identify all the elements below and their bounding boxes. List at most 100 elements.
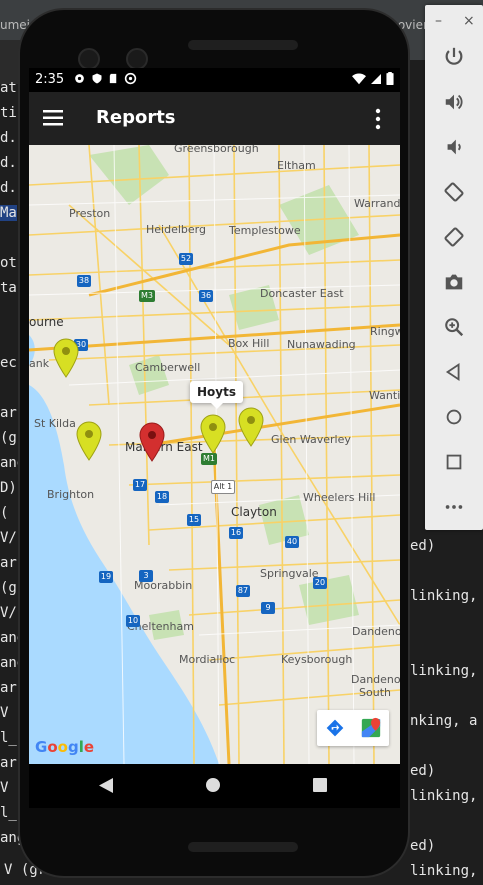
nav-back-icon[interactable] xyxy=(99,778,113,793)
console-line: V xyxy=(0,705,9,721)
map-label: Eltham xyxy=(277,159,316,172)
overview-icon[interactable] xyxy=(439,447,469,477)
phone-screen: 2:35 Reports Greensborough Eltham Warran… xyxy=(29,68,400,808)
status-time: 2:35 xyxy=(35,72,65,87)
emulator-control-panel: – × xyxy=(425,5,483,530)
volume-down-icon[interactable] xyxy=(439,132,469,162)
route-shield: 18 xyxy=(155,491,169,503)
console-line: d. xyxy=(0,180,17,196)
map-label: Doncaster East xyxy=(260,287,344,300)
zoom-icon[interactable] xyxy=(439,312,469,342)
console-line: Ma xyxy=(0,205,17,221)
map-label: Preston xyxy=(69,207,111,220)
route-shield: 52 xyxy=(179,253,193,265)
console-line: ec xyxy=(0,355,17,371)
signal-icon xyxy=(371,73,381,84)
map-toolbar xyxy=(317,710,389,746)
console-line: ar xyxy=(0,680,17,696)
volume-up-icon[interactable] xyxy=(439,87,469,117)
route-shield: 20 xyxy=(313,577,327,589)
google-map[interactable]: Greensborough Eltham Warrandy Preston He… xyxy=(29,145,400,764)
console-line: ar xyxy=(0,755,17,771)
back-icon[interactable] xyxy=(439,357,469,387)
console-line: V/ xyxy=(0,530,17,546)
route-shield: 36 xyxy=(199,290,213,302)
open-in-google-maps-icon[interactable] xyxy=(353,710,389,746)
settings-icon xyxy=(75,74,84,83)
cinema-marker-yellow-selected[interactable] xyxy=(200,414,226,454)
ide-stripe xyxy=(0,40,20,84)
battery-icon xyxy=(386,72,394,85)
console-line: linking, a xyxy=(410,788,483,804)
route-shield: 38 xyxy=(77,275,91,287)
map-label: Clayton xyxy=(231,505,277,519)
front-camera-right xyxy=(126,48,148,70)
minimize-button[interactable]: – xyxy=(435,13,442,29)
map-label: Ringw xyxy=(370,325,400,338)
map-label: St Kilda xyxy=(34,417,76,430)
console-line: (g xyxy=(0,430,17,446)
rotate-left-icon[interactable] xyxy=(439,177,469,207)
status-bar: 2:35 xyxy=(29,68,400,92)
map-label: Camberwell xyxy=(135,361,201,374)
cinema-marker-red[interactable] xyxy=(139,422,165,462)
console-line: ar xyxy=(0,555,17,571)
route-shield: 9 xyxy=(261,602,275,614)
console-line: at xyxy=(0,80,17,96)
map-label: Box Hill xyxy=(228,337,270,350)
route-shield: 10 xyxy=(126,615,140,627)
console-line: ed) xyxy=(410,538,436,554)
route-shield: 19 xyxy=(99,571,113,583)
map-label: Dandenong South xyxy=(351,673,400,699)
nav-home-icon[interactable] xyxy=(206,778,220,792)
ide-console-right: ed) linking, linking, nking, a ed) linking, a… xyxy=(410,500,483,885)
status-system-icons xyxy=(352,72,394,85)
info-window-title: Hoyts xyxy=(197,385,236,399)
cinema-marker-yellow[interactable] xyxy=(53,338,79,378)
overflow-menu-icon[interactable] xyxy=(368,108,388,130)
map-label: Keysborough xyxy=(281,653,353,666)
console-line: ed) xyxy=(410,763,436,779)
map-label: Mordialloc xyxy=(179,653,236,666)
console-line: ar xyxy=(0,405,17,421)
rotate-right-icon[interactable] xyxy=(439,222,469,252)
map-label: Templestowe xyxy=(229,224,301,237)
directions-icon[interactable] xyxy=(317,710,353,746)
map-label: Wanti xyxy=(369,389,400,402)
map-label: Nunawading xyxy=(287,338,356,351)
hamburger-menu-icon[interactable] xyxy=(43,108,65,128)
home-icon[interactable] xyxy=(439,402,469,432)
power-icon[interactable] xyxy=(439,42,469,72)
map-label: Springvale xyxy=(260,567,319,580)
status-notification-icons xyxy=(73,72,137,85)
route-shield: M1 xyxy=(201,453,217,465)
cinema-marker-yellow[interactable] xyxy=(76,421,102,461)
cinema-marker-yellow[interactable] xyxy=(238,407,264,447)
android-navigation-bar xyxy=(29,764,400,808)
nav-recents-icon[interactable] xyxy=(313,778,327,792)
map-label: Greensborough xyxy=(174,145,259,155)
map-label: Glen Waverley xyxy=(271,433,351,446)
route-shield: 17 xyxy=(133,479,147,491)
route-shield: 16 xyxy=(229,527,243,539)
route-shield: 40 xyxy=(285,536,299,548)
close-button[interactable]: × xyxy=(463,13,475,29)
marker-info-window[interactable]: Hoyts xyxy=(190,381,243,409)
shield-icon xyxy=(92,73,102,84)
map-label: Wheelers Hill xyxy=(303,491,376,504)
app-toolbar: Reports xyxy=(29,92,400,145)
console-line: d. xyxy=(0,155,17,171)
route-shield: Alt 1 xyxy=(211,480,235,494)
console-line: V xyxy=(0,780,9,796)
map-label: Heidelberg xyxy=(146,223,206,236)
more-icon[interactable] xyxy=(439,492,469,522)
map-label: ourne xyxy=(29,315,64,329)
sd-card-icon xyxy=(109,73,117,84)
map-label: Warrandy xyxy=(354,197,400,210)
console-line: ed) xyxy=(410,838,436,854)
route-shield: 3 xyxy=(139,570,153,582)
console-line: (g xyxy=(0,580,17,596)
camera-icon[interactable] xyxy=(439,267,469,297)
google-attribution-logo: Google xyxy=(35,738,95,756)
console-line: V/ xyxy=(0,605,17,621)
